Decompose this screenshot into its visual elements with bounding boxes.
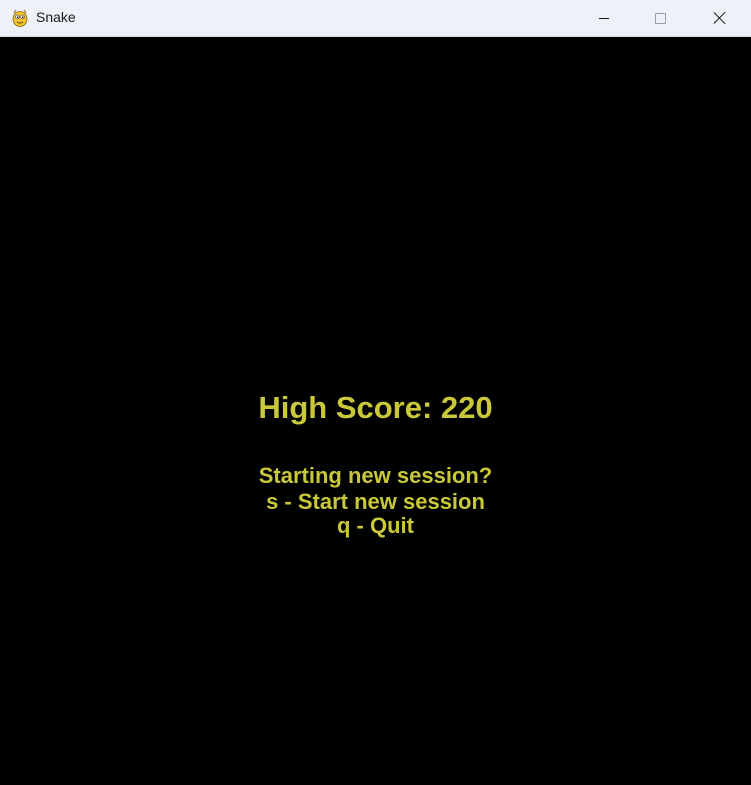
snake-window: Snake High Score: 220 Starting new sessi… <box>0 0 751 785</box>
close-icon <box>713 11 727 25</box>
high-score-text: High Score: 220 <box>258 390 493 425</box>
session-prompt-text: Starting new session? <box>258 463 493 488</box>
maximize-icon <box>654 12 666 24</box>
minimize-icon <box>599 17 609 19</box>
window-title: Snake <box>36 9 76 25</box>
maximize-button[interactable] <box>637 0 683 36</box>
minimize-button[interactable] <box>581 0 627 36</box>
start-option-text: s - Start new session <box>266 489 485 514</box>
game-canvas[interactable]: High Score: 220 Starting new session? s … <box>1 37 750 784</box>
close-button[interactable] <box>697 0 743 36</box>
quit-option-text: q - Quit <box>337 513 414 538</box>
title-bar[interactable]: Snake <box>0 0 751 37</box>
pygame-snake-icon <box>12 9 28 27</box>
